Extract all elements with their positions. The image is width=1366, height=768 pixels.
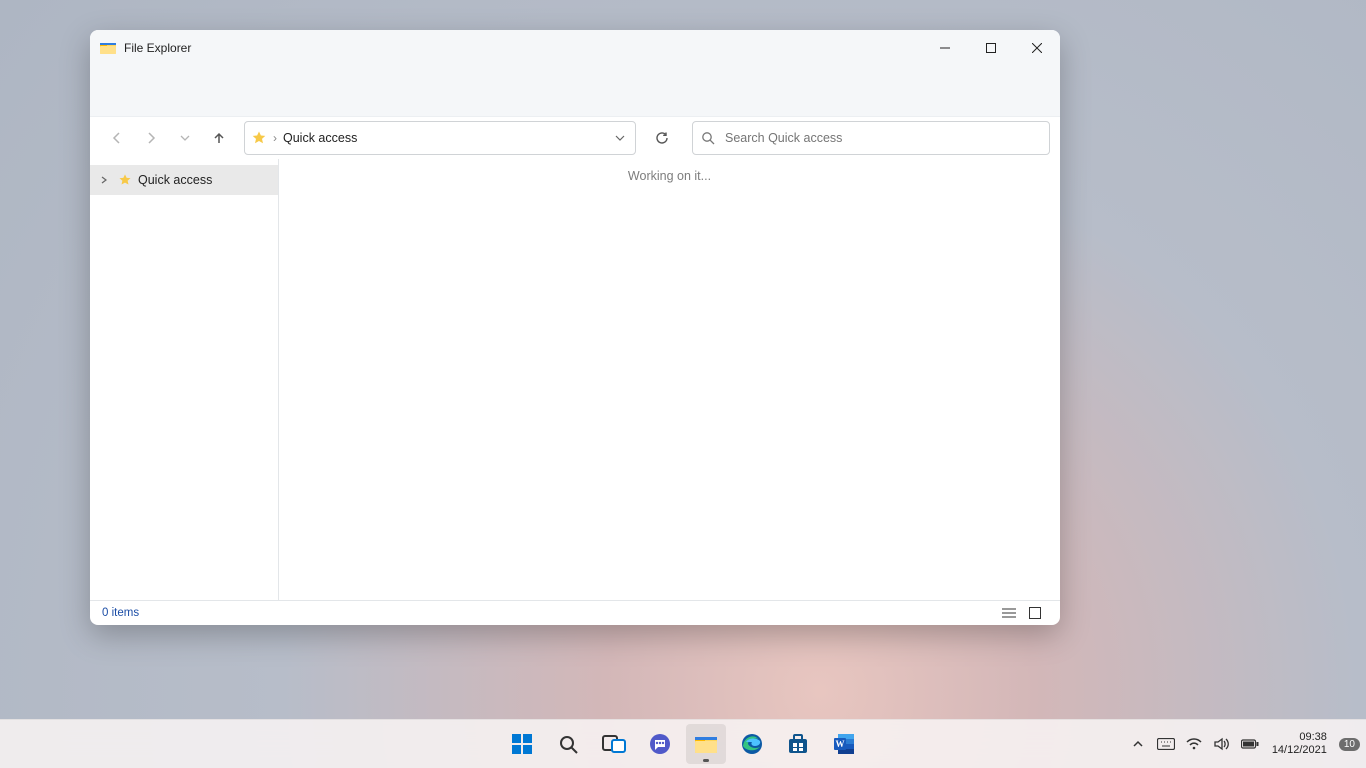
search-input[interactable] bbox=[723, 130, 1041, 146]
large-icons-view-button[interactable] bbox=[1022, 603, 1048, 623]
clock[interactable]: 09:38 14/12/2021 bbox=[1268, 731, 1331, 757]
taskbar-store[interactable] bbox=[778, 724, 818, 764]
taskbar-file-explorer[interactable] bbox=[686, 724, 726, 764]
window-title: File Explorer bbox=[124, 41, 191, 55]
keyboard-icon[interactable] bbox=[1156, 734, 1176, 754]
file-explorer-icon bbox=[100, 40, 116, 56]
tree-item-quick-access[interactable]: Quick access bbox=[90, 165, 278, 195]
volume-icon[interactable] bbox=[1212, 734, 1232, 754]
taskbar-center: W bbox=[502, 724, 864, 764]
wifi-icon[interactable] bbox=[1184, 734, 1204, 754]
content-pane[interactable]: Working on it... bbox=[279, 159, 1060, 600]
ribbon-area bbox=[90, 66, 1060, 117]
star-icon bbox=[251, 130, 267, 146]
file-explorer-window: File Explorer bbox=[90, 30, 1060, 625]
taskbar: W 09:38 14/12/2021 10 bbox=[0, 719, 1366, 768]
chevron-right-icon[interactable]: › bbox=[273, 131, 277, 145]
forward-button[interactable] bbox=[136, 123, 166, 153]
svg-text:W: W bbox=[836, 739, 845, 749]
breadcrumb-quick-access[interactable]: Quick access bbox=[283, 131, 357, 145]
navigation-bar: › Quick access bbox=[90, 117, 1060, 159]
details-view-button[interactable] bbox=[996, 603, 1022, 623]
minimize-button[interactable] bbox=[922, 30, 968, 66]
search-box[interactable] bbox=[692, 121, 1050, 155]
working-text: Working on it... bbox=[628, 169, 711, 183]
task-view-button[interactable] bbox=[594, 724, 634, 764]
notification-count[interactable]: 10 bbox=[1339, 738, 1360, 751]
chat-button[interactable] bbox=[640, 724, 680, 764]
close-button[interactable] bbox=[1014, 30, 1060, 66]
battery-icon[interactable] bbox=[1240, 734, 1260, 754]
taskbar-edge[interactable] bbox=[732, 724, 772, 764]
start-button[interactable] bbox=[502, 724, 542, 764]
desktop: File Explorer bbox=[0, 0, 1366, 768]
clock-date: 14/12/2021 bbox=[1272, 744, 1327, 757]
tree-item-label: Quick access bbox=[138, 173, 212, 187]
chevron-right-icon[interactable] bbox=[100, 176, 112, 184]
system-tray: 09:38 14/12/2021 10 bbox=[1128, 731, 1360, 757]
taskbar-search-button[interactable] bbox=[548, 724, 588, 764]
address-history-button[interactable] bbox=[611, 133, 629, 143]
item-count: 0 items bbox=[102, 607, 139, 619]
maximize-button[interactable] bbox=[968, 30, 1014, 66]
navigation-pane: Quick access bbox=[90, 159, 279, 600]
recent-locations-button[interactable] bbox=[170, 123, 200, 153]
taskbar-word[interactable]: W bbox=[824, 724, 864, 764]
search-icon bbox=[701, 131, 715, 145]
clock-time: 09:38 bbox=[1272, 731, 1327, 744]
star-icon bbox=[118, 173, 132, 187]
tray-overflow-button[interactable] bbox=[1128, 734, 1148, 754]
up-button[interactable] bbox=[204, 123, 234, 153]
back-button[interactable] bbox=[102, 123, 132, 153]
explorer-body: Quick access Working on it... bbox=[90, 159, 1060, 600]
title-bar[interactable]: File Explorer bbox=[90, 30, 1060, 66]
refresh-button[interactable] bbox=[646, 122, 678, 154]
status-bar: 0 items bbox=[90, 600, 1060, 625]
address-bar[interactable]: › Quick access bbox=[244, 121, 636, 155]
